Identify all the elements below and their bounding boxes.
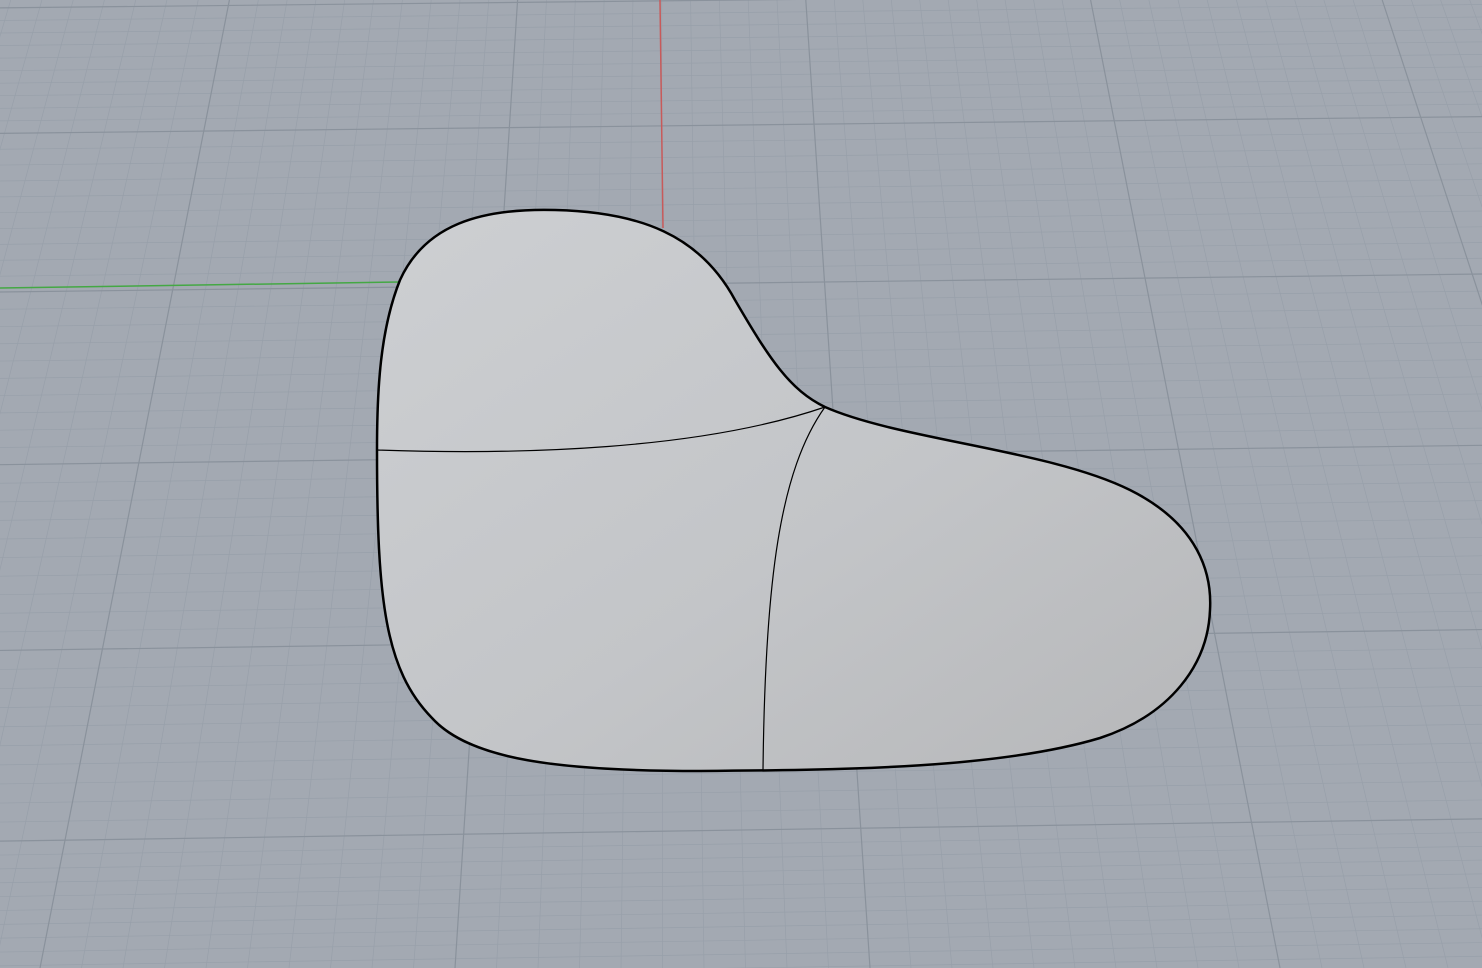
rhino-perspective-viewport[interactable] [0, 0, 1482, 968]
viewport-canvas[interactable] [0, 0, 1482, 968]
